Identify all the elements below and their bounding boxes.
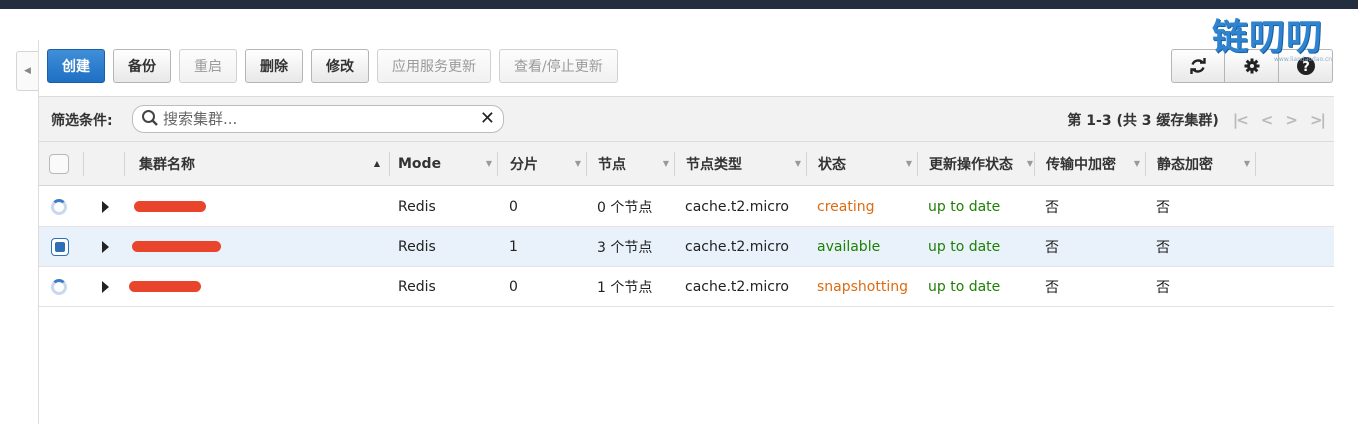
search-icon bbox=[142, 110, 158, 126]
action-toolbar: 创建 备份 重启 删除 修改 应用服务更新 查看/停止更新 bbox=[47, 49, 618, 83]
chevron-left-icon: ◀ bbox=[24, 66, 31, 76]
top-navigation-bar bbox=[0, 0, 1358, 9]
redacted-cluster-name bbox=[134, 201, 206, 212]
pagination: 第 1-3 (共 3 缓存集群) |< < > >| bbox=[1067, 110, 1326, 130]
cell-at-rest-encryption: 否 bbox=[1156, 280, 1170, 296]
cell-mode: Redis bbox=[398, 279, 436, 295]
page-info: 第 1-3 (共 3 缓存集群) bbox=[1067, 113, 1219, 129]
cell-update-status: up to date bbox=[928, 239, 1001, 255]
column-header-at-rest-encryption[interactable]: 静态加密 ▼ bbox=[1146, 142, 1256, 186]
cell-at-rest-encryption: 否 bbox=[1156, 200, 1170, 216]
search-box[interactable]: ✕ bbox=[132, 105, 504, 133]
column-separator bbox=[83, 152, 84, 176]
sort-icon: ▼ bbox=[485, 159, 492, 168]
loading-icon bbox=[51, 199, 67, 215]
view-stop-update-button[interactable]: 查看/停止更新 bbox=[499, 49, 618, 83]
cell-node-type: cache.t2.micro bbox=[685, 239, 789, 255]
filter-label: 筛选条件: bbox=[51, 113, 113, 129]
cell-nodes: 1 个节点 bbox=[597, 280, 653, 296]
column-header-nodes[interactable]: 节点 ▼ bbox=[587, 142, 675, 186]
cell-in-transit-encryption: 否 bbox=[1045, 200, 1059, 216]
cell-nodes: 0 个节点 bbox=[597, 200, 653, 216]
sort-icon: ▼ bbox=[794, 159, 801, 168]
collapse-sidebar-button[interactable]: ◀ bbox=[16, 51, 38, 91]
table-header: 集群名称 ▲ Mode ▼ 分片 ▼ 节点 ▼ 节点类型 ▼ 状态 ▼ 更新操作状态 ▼ 传输… bbox=[39, 142, 1334, 186]
row-checkbox[interactable] bbox=[51, 238, 69, 256]
redacted-cluster-name bbox=[129, 281, 201, 292]
sort-icon: ▼ bbox=[662, 159, 669, 168]
last-page-icon[interactable]: >| bbox=[1310, 111, 1326, 129]
cell-at-rest-encryption: 否 bbox=[1156, 240, 1170, 256]
expand-row-icon[interactable] bbox=[102, 281, 109, 293]
sort-icon: ▼ bbox=[574, 159, 581, 168]
loading-icon bbox=[51, 279, 67, 295]
cell-shards: 0 bbox=[509, 279, 518, 295]
sort-icon: ▼ bbox=[1243, 159, 1250, 168]
cell-shards: 0 bbox=[509, 199, 518, 215]
cell-mode: Redis bbox=[398, 239, 436, 255]
column-header-node-type[interactable]: 节点类型 ▼ bbox=[675, 142, 807, 186]
first-page-icon[interactable]: |< bbox=[1233, 111, 1249, 129]
column-header-in-transit-encryption[interactable]: 传输中加密 ▼ bbox=[1035, 142, 1146, 186]
cell-mode: Redis bbox=[398, 199, 436, 215]
cell-update-status: up to date bbox=[928, 199, 1001, 215]
cell-status: creating bbox=[817, 199, 875, 215]
column-header-mode[interactable]: Mode ▼ bbox=[390, 142, 498, 186]
search-input[interactable] bbox=[163, 107, 463, 131]
column-header-update-status[interactable]: 更新操作状态 ▼ bbox=[918, 142, 1035, 186]
modify-button[interactable]: 修改 bbox=[311, 49, 369, 83]
cell-in-transit-encryption: 否 bbox=[1045, 240, 1059, 256]
expand-row-icon[interactable] bbox=[102, 201, 109, 213]
table-row[interactable]: Redis 0 1 个节点 cache.t2.micro snapshottin… bbox=[39, 267, 1334, 307]
create-button[interactable]: 创建 bbox=[47, 49, 105, 83]
column-header-status[interactable]: 状态 ▼ bbox=[807, 142, 918, 186]
sort-icon: ▼ bbox=[1026, 159, 1033, 168]
restart-button[interactable]: 重启 bbox=[179, 49, 237, 83]
refresh-icon bbox=[1190, 58, 1206, 74]
select-all-checkbox[interactable] bbox=[49, 154, 69, 174]
cell-node-type: cache.t2.micro bbox=[685, 199, 789, 215]
column-header-shards[interactable]: 分片 ▼ bbox=[498, 142, 587, 186]
cell-nodes: 3 个节点 bbox=[597, 240, 653, 256]
clear-search-icon[interactable]: ✕ bbox=[480, 108, 495, 129]
cell-node-type: cache.t2.micro bbox=[685, 279, 789, 295]
sort-ascending-icon: ▲ bbox=[373, 159, 380, 168]
cell-in-transit-encryption: 否 bbox=[1045, 280, 1059, 296]
cell-status: available bbox=[817, 239, 881, 255]
next-page-icon[interactable]: > bbox=[1285, 111, 1298, 129]
watermark-logo: 链叨叨 www.liandaodao.cn bbox=[1212, 18, 1348, 64]
filter-bar: 筛选条件: ✕ 第 1-3 (共 3 缓存集群) |< < > >| bbox=[39, 96, 1334, 142]
column-header-name[interactable]: 集群名称 ▲ bbox=[125, 142, 390, 186]
sort-icon: ▼ bbox=[1133, 159, 1140, 168]
cell-update-status: up to date bbox=[928, 279, 1001, 295]
delete-button[interactable]: 删除 bbox=[245, 49, 303, 83]
expand-row-icon[interactable] bbox=[102, 241, 109, 253]
table-row[interactable]: Redis 1 3 个节点 cache.t2.micro available u… bbox=[39, 227, 1334, 267]
previous-page-icon[interactable]: < bbox=[1261, 111, 1274, 129]
backup-button[interactable]: 备份 bbox=[113, 49, 171, 83]
apply-service-update-button[interactable]: 应用服务更新 bbox=[377, 49, 491, 83]
watermark-url: www.liandaodao.cn bbox=[1274, 56, 1333, 63]
cell-shards: 1 bbox=[509, 239, 518, 255]
cell-status: snapshotting bbox=[817, 279, 908, 295]
redacted-cluster-name bbox=[132, 241, 221, 252]
sort-icon: ▼ bbox=[905, 159, 912, 168]
table-row[interactable]: Redis 0 0 个节点 cache.t2.micro creating up… bbox=[39, 187, 1334, 227]
watermark-text: 链叨叨 bbox=[1212, 17, 1324, 58]
